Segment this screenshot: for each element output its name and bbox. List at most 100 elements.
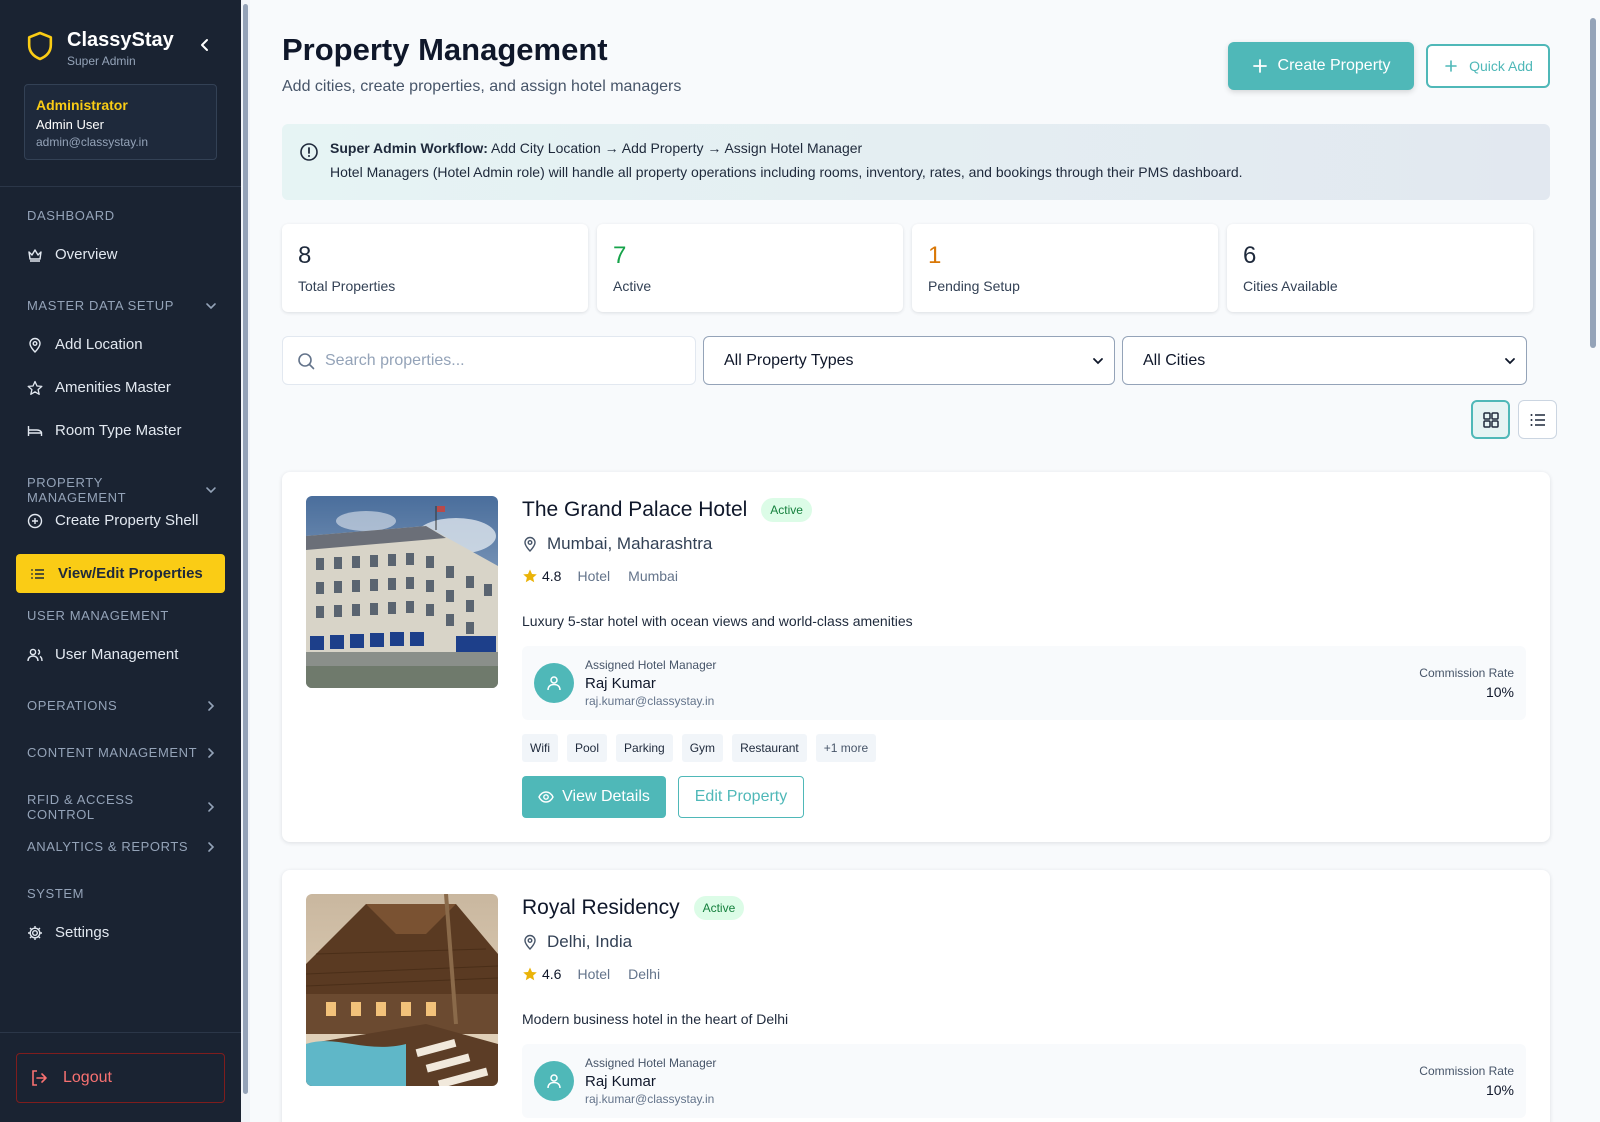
property-image[interactable] bbox=[306, 496, 498, 688]
property-city: Delhi bbox=[628, 966, 661, 982]
section-system: SYSTEM bbox=[27, 886, 217, 901]
avatar bbox=[534, 1061, 574, 1101]
main-scrollbar[interactable] bbox=[1582, 0, 1600, 1122]
user-card: Administrator Admin User admin@classysta… bbox=[24, 84, 217, 160]
stat-value: 6 bbox=[1243, 242, 1257, 269]
amenity-tag: Parking bbox=[616, 734, 673, 762]
property-name: The Grand Palace Hotel bbox=[522, 498, 748, 521]
plus-circle-icon bbox=[27, 513, 43, 528]
section-operations[interactable]: OPERATIONS bbox=[27, 698, 217, 713]
sidebar-item-create-property-shell[interactable]: Create Property Shell bbox=[27, 512, 198, 529]
section-master-data[interactable]: MASTER DATA SETUP bbox=[27, 298, 217, 313]
section-label: SYSTEM bbox=[27, 886, 85, 901]
manager-email: raj.kumar@classystay.in bbox=[585, 694, 715, 708]
edit-property-button[interactable]: Edit Property bbox=[678, 776, 804, 818]
property-type: Hotel bbox=[577, 966, 611, 982]
stat-value: 7 bbox=[613, 242, 627, 269]
section-property-management[interactable]: PROPERTY MANAGEMENT bbox=[27, 475, 217, 505]
main-content: Property Management Add cities, create p… bbox=[250, 0, 1600, 1122]
property-description: Modern business hotel in the heart of De… bbox=[522, 1011, 789, 1027]
manager-email: raj.kumar@classystay.in bbox=[585, 1092, 715, 1106]
stat-pending-setup: 1 Pending Setup bbox=[912, 224, 1218, 312]
manager-name: Raj Kumar bbox=[585, 675, 656, 692]
commission-label: Commission Rate bbox=[1419, 666, 1514, 680]
create-property-button[interactable]: Create Property bbox=[1228, 42, 1414, 90]
location-text: Mumbai, Maharashtra bbox=[547, 534, 713, 553]
avatar bbox=[534, 663, 574, 703]
property-meta: 4.8 Hotel Mumbai bbox=[522, 568, 678, 584]
stat-total-properties: 8 Total Properties bbox=[282, 224, 588, 312]
sidebar-divider bbox=[0, 186, 241, 187]
sidebar-item-label: Add Location bbox=[55, 336, 143, 353]
plus-icon bbox=[1445, 60, 1457, 72]
star-icon bbox=[27, 380, 43, 395]
stat-label: Pending Setup bbox=[928, 278, 1020, 294]
search-input[interactable] bbox=[325, 351, 685, 370]
quick-add-button[interactable]: Quick Add bbox=[1426, 44, 1550, 88]
sidebar-scrollbar-thumb[interactable] bbox=[243, 4, 248, 1094]
stat-cities-available: 6 Cities Available bbox=[1227, 224, 1533, 312]
plus-icon bbox=[1252, 59, 1267, 73]
grid-view-button[interactable] bbox=[1471, 400, 1510, 439]
sidebar-item-label: Create Property Shell bbox=[55, 512, 199, 529]
property-image[interactable] bbox=[306, 894, 498, 1086]
amenity-tag: Wifi bbox=[522, 734, 558, 762]
sidebar-item-amenities-master[interactable]: Amenities Master bbox=[27, 379, 171, 396]
eye-icon bbox=[538, 791, 554, 803]
view-details-button[interactable]: View Details bbox=[522, 776, 666, 818]
more-amenities-tag[interactable]: +1 more bbox=[815, 734, 877, 762]
user-email: admin@classystay.in bbox=[36, 135, 148, 149]
hotel-building-image bbox=[306, 496, 498, 688]
property-type-select[interactable]: All Property Types bbox=[703, 336, 1115, 385]
workflow-description: Hotel Managers (Hotel Admin role) will h… bbox=[330, 164, 1243, 180]
section-label: USER MANAGEMENT bbox=[27, 608, 169, 623]
collapse-sidebar-chevron-left-icon[interactable] bbox=[196, 36, 214, 54]
brand-name: ClassyStay bbox=[67, 29, 174, 51]
amenity-tags: Wifi Pool Parking Gym Restaurant +1 more bbox=[522, 734, 885, 762]
main-scrollbar-thumb[interactable] bbox=[1590, 18, 1596, 348]
sidebar-item-label: View/Edit Properties bbox=[58, 565, 203, 582]
users-icon bbox=[27, 648, 43, 661]
property-location: Mumbai, Maharashtra bbox=[522, 534, 712, 554]
chevron-down-icon bbox=[206, 487, 216, 494]
status-badge: Active bbox=[761, 498, 812, 522]
sidebar-scrollbar[interactable] bbox=[241, 0, 250, 1122]
property-description: Luxury 5-star hotel with ocean views and… bbox=[522, 613, 913, 629]
sidebar-item-user-management[interactable]: User Management bbox=[27, 646, 178, 663]
list-view-button[interactable] bbox=[1518, 400, 1557, 439]
property-card: The Grand Palace Hotel Active Mumbai, Ma… bbox=[282, 472, 1550, 842]
property-name: Royal Residency bbox=[522, 896, 680, 919]
user-icon bbox=[547, 1074, 561, 1089]
crown-icon bbox=[28, 248, 42, 262]
sidebar-item-label: Overview bbox=[55, 246, 118, 263]
city-value: All Cities bbox=[1143, 351, 1206, 369]
section-label: CONTENT MANAGEMENT bbox=[27, 745, 198, 760]
sidebar-item-label: Amenities Master bbox=[55, 379, 171, 396]
city-select[interactable]: All Cities bbox=[1122, 336, 1527, 385]
create-property-label: Create Property bbox=[1277, 57, 1391, 74]
property-city: Mumbai bbox=[628, 568, 678, 584]
search-box[interactable] bbox=[282, 336, 696, 385]
chevron-down-icon bbox=[1093, 357, 1103, 364]
sidebar-item-room-type-master[interactable]: Room Type Master bbox=[27, 422, 181, 439]
sidebar: ClassyStay Super Admin Administrator Adm… bbox=[0, 0, 241, 1122]
logout-button[interactable]: Logout bbox=[16, 1053, 225, 1103]
stat-value: 8 bbox=[298, 242, 312, 269]
hotel-manager-box: Assigned Hotel Manager Raj Kumar raj.kum… bbox=[522, 1044, 1526, 1118]
property-card: Royal Residency Active Delhi, India 4.6 … bbox=[282, 870, 1550, 1122]
sidebar-item-add-location[interactable]: Add Location bbox=[27, 336, 143, 353]
gear-icon bbox=[28, 925, 42, 940]
amenity-tag: Pool bbox=[567, 734, 608, 762]
resort-image bbox=[306, 894, 498, 1086]
sidebar-item-settings[interactable]: Settings bbox=[27, 924, 109, 941]
amenity-tag: Gym bbox=[681, 734, 724, 762]
section-rfid-access-control[interactable]: RFID & ACCESS CONTROL bbox=[27, 792, 217, 822]
section-analytics-reports[interactable]: ANALYTICS & REPORTS bbox=[27, 839, 217, 854]
rating-value: 4.6 bbox=[542, 966, 562, 982]
chevron-right-icon bbox=[208, 802, 215, 812]
workflow-steps: Add City Location → Add Property → Assig… bbox=[487, 140, 863, 156]
section-content-management[interactable]: CONTENT MANAGEMENT bbox=[27, 745, 217, 760]
sidebar-item-overview[interactable]: Overview bbox=[27, 246, 118, 263]
sidebar-item-view-edit-properties[interactable]: View/Edit Properties bbox=[16, 554, 225, 593]
star-icon bbox=[523, 569, 537, 583]
